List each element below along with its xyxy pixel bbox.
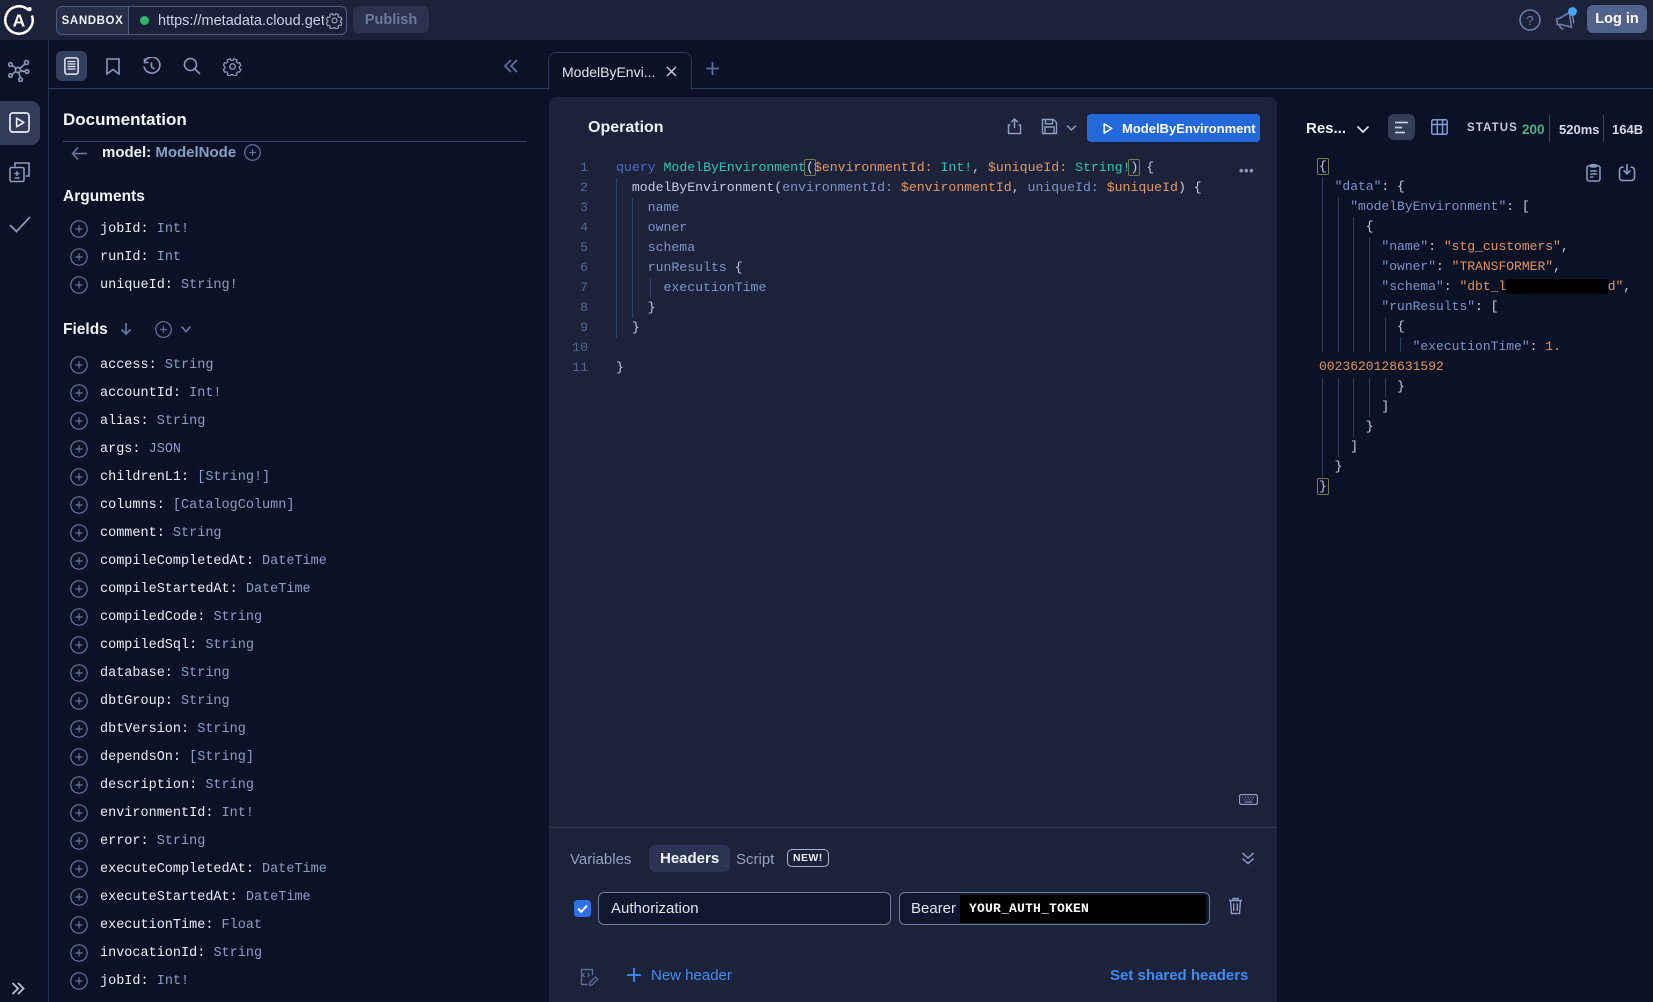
svg-text:?: ? — [1526, 13, 1533, 28]
svg-text:A: A — [13, 11, 26, 31]
